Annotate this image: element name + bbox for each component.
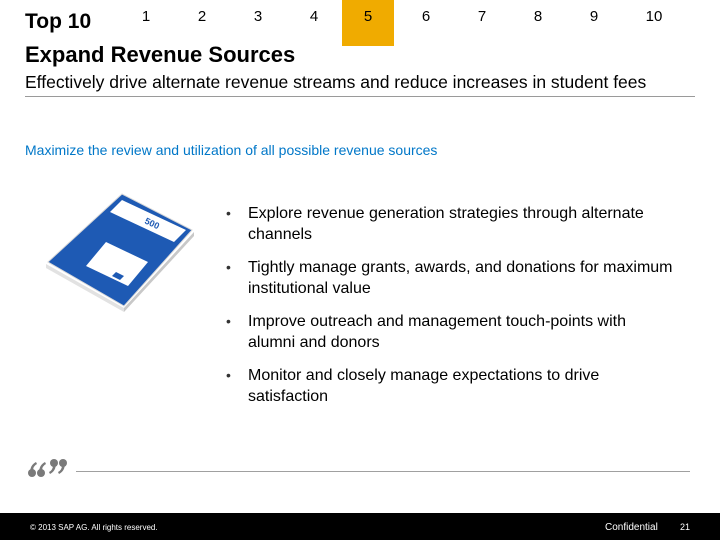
bullet-list: • Explore revenue generation strategies t… [226,203,676,419]
top10-label: Top 10 [25,10,92,33]
bullet-text: Improve outreach and management touch-po… [248,313,626,351]
bullet-dot: • [226,313,231,329]
nav-item-10[interactable]: 10 [626,0,682,46]
nav-item-1[interactable]: 1 [118,0,174,46]
calculator-icon: 500 [46,193,194,312]
nav-item-2[interactable]: 2 [174,0,230,46]
bullet-text: Explore revenue generation strategies th… [248,205,644,243]
list-item: • Explore revenue generation strategies t… [226,203,676,245]
footer-bar: © 2013 SAP AG. All rights reserved. Conf… [0,513,720,540]
bullet-dot: • [226,367,231,383]
slide-subtitle: Effectively drive alternate revenue stre… [25,72,647,92]
list-item: • Improve outreach and management touch-p… [226,311,676,353]
page-number: 21 [680,522,691,532]
confidential-label: Confidential [605,522,658,533]
nav-item-3[interactable]: 3 [230,0,286,46]
quote-icon [28,459,67,477]
slide-title: Expand Revenue Sources [25,42,296,67]
nav-item-4[interactable]: 4 [286,0,342,46]
nav-item-5[interactable]: 5 [342,0,394,46]
title-divider [25,96,695,97]
nav-item-7[interactable]: 7 [454,0,510,46]
nav-item-9[interactable]: 9 [566,0,622,46]
list-item: • Monitor and closely manage expectations… [226,365,676,407]
bullet-dot: • [226,205,231,221]
bullet-text: Monitor and closely manage expectations … [248,367,600,405]
list-item: • Tightly manage grants, awards, and dona… [226,257,676,299]
nav-item-6[interactable]: 6 [398,0,454,46]
copyright-text: © 2013 SAP AG. All rights reserved. [30,523,158,532]
quote-divider [76,471,690,472]
nav-item-8[interactable]: 8 [510,0,566,46]
bullet-dot: • [226,259,231,275]
bullet-text: Tightly manage grants, awards, and donat… [248,259,673,297]
lead-text: Maximize the review and utilization of a… [25,142,438,158]
